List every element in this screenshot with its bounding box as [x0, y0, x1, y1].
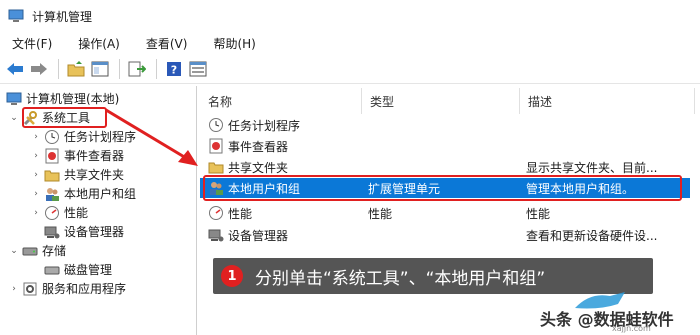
- list-item-name: 设备管理器: [228, 228, 289, 243]
- list-item-name: 性能: [228, 206, 253, 221]
- tree-item-services-apps[interactable]: › 服务和应用程序: [8, 279, 126, 298]
- tree-item-event-viewer[interactable]: › 事件查看器: [30, 146, 124, 165]
- chevron-right-icon[interactable]: ›: [30, 151, 42, 161]
- toolbar-separator: [119, 58, 120, 79]
- list-item-name: 事件查看器: [228, 139, 289, 154]
- list-item-name: 任务计划程序: [228, 118, 301, 133]
- list-item[interactable]: 事件查看器: [200, 136, 690, 156]
- list-item[interactable]: 性能 性能 性能: [200, 203, 690, 223]
- shared-folder-icon: [44, 170, 60, 181]
- step-number-badge: 1: [221, 265, 243, 287]
- list-item-type: 性能: [368, 206, 393, 221]
- tree-item-performance[interactable]: › 性能: [30, 203, 88, 222]
- users-icon: [46, 187, 59, 201]
- highlight-box-local-users: [203, 175, 682, 201]
- menu-bar: 文件(F) 操作(A) 查看(V) 帮助(H): [0, 32, 700, 54]
- clock-icon: [209, 118, 223, 132]
- list-item-description: 显示共享文件夹、目前...: [526, 160, 658, 175]
- tree-item-local-users-groups[interactable]: › 本地用户和组: [30, 184, 136, 203]
- clock-icon: [45, 129, 59, 144]
- chevron-right-icon[interactable]: ›: [30, 208, 42, 218]
- device-manager-icon: [208, 229, 224, 242]
- tree-label: 事件查看器: [64, 149, 125, 163]
- column-header-description[interactable]: 描述: [520, 88, 695, 114]
- list-item-description: 性能: [526, 206, 551, 221]
- tree-pane: 计算机管理(本地) ⌄ 系统工具 › 任务计划程序 › 事件查看器 › 共享文件…: [0, 86, 197, 335]
- computer-management-icon: [8, 9, 24, 22]
- chevron-down-icon[interactable]: ⌄: [8, 246, 20, 256]
- menu-view[interactable]: 查看(V): [140, 35, 194, 52]
- tree-item-root[interactable]: 计算机管理(本地): [6, 89, 119, 108]
- menu-file[interactable]: 文件(F): [6, 35, 58, 52]
- list-item[interactable]: 任务计划程序: [200, 115, 690, 135]
- help-icon[interactable]: ?: [163, 58, 185, 80]
- list-item[interactable]: 设备管理器 查看和更新设备硬件设...: [200, 225, 690, 245]
- tree-item-device-manager[interactable]: 设备管理器: [44, 222, 124, 241]
- menu-action[interactable]: 操作(A): [72, 35, 126, 52]
- properties-icon[interactable]: [187, 58, 209, 80]
- device-manager-icon: [44, 226, 60, 238]
- event-viewer-icon: [45, 148, 59, 163]
- menu-help[interactable]: 帮助(H): [207, 35, 261, 52]
- list-item-description: 查看和更新设备硬件设...: [526, 228, 658, 243]
- title-bar: 计算机管理: [0, 0, 700, 32]
- tree-label: 任务计划程序: [64, 130, 137, 144]
- chevron-right-icon[interactable]: ›: [30, 189, 42, 199]
- event-viewer-icon: [209, 138, 223, 154]
- performance-icon: [209, 206, 223, 220]
- tree-label: 计算机管理(本地): [26, 92, 120, 106]
- chevron-right-icon[interactable]: ›: [30, 170, 42, 180]
- svg-text:?: ?: [171, 63, 177, 76]
- tree-item-disk-management[interactable]: 磁盘管理: [44, 260, 112, 279]
- highlight-box-system-tools: [22, 107, 107, 128]
- disk-icon: [44, 266, 60, 274]
- watermark-url: xajjn.com: [612, 324, 651, 333]
- storage-icon: [22, 247, 38, 255]
- tree-item-task-scheduler[interactable]: › 任务计划程序: [30, 127, 136, 146]
- show-hide-tree-icon[interactable]: [89, 58, 111, 80]
- window-title: 计算机管理: [32, 9, 93, 24]
- computer-icon: [6, 92, 22, 105]
- tree-label: 共享文件夹: [64, 168, 125, 182]
- tree-label: 服务和应用程序: [42, 282, 127, 296]
- shared-folder-icon: [208, 162, 224, 174]
- performance-icon: [45, 205, 59, 220]
- toolbar-separator: [156, 58, 157, 79]
- watermark: 头条 @数据蛙软件 xajjn.com: [540, 290, 700, 335]
- back-icon[interactable]: [4, 58, 26, 80]
- instruction-callout: 1 分别单击“系统工具”、“本地用户和组”: [213, 258, 653, 294]
- up-folder-icon[interactable]: [65, 58, 87, 80]
- chevron-right-icon[interactable]: ›: [8, 284, 20, 294]
- column-header-name[interactable]: 名称: [200, 88, 362, 114]
- toolbar: ?: [0, 54, 700, 84]
- tree-label: 性能: [64, 206, 89, 220]
- list-item[interactable]: 共享文件夹 显示共享文件夹、目前...: [200, 157, 690, 177]
- export-icon[interactable]: [126, 58, 148, 80]
- tree-label: 设备管理器: [64, 225, 125, 239]
- toolbar-separator: [58, 58, 59, 79]
- forward-icon[interactable]: [28, 58, 50, 80]
- tree-item-shared-folders[interactable]: › 共享文件夹: [30, 165, 124, 184]
- instruction-text: 分别单击“系统工具”、“本地用户和组”: [255, 268, 546, 289]
- tree-label: 存储: [42, 244, 67, 258]
- list-item-name: 共享文件夹: [228, 160, 289, 175]
- chevron-right-icon[interactable]: ›: [30, 132, 42, 142]
- tree-item-storage[interactable]: ⌄ 存储: [8, 241, 66, 260]
- column-header-type[interactable]: 类型: [362, 88, 520, 114]
- tree-label: 本地用户和组: [64, 187, 137, 201]
- tree-label: 磁盘管理: [64, 263, 113, 277]
- chevron-down-icon[interactable]: ⌄: [8, 113, 20, 123]
- watermark-text: 头条 @数据蛙软件: [540, 310, 674, 329]
- services-icon: [23, 282, 37, 295]
